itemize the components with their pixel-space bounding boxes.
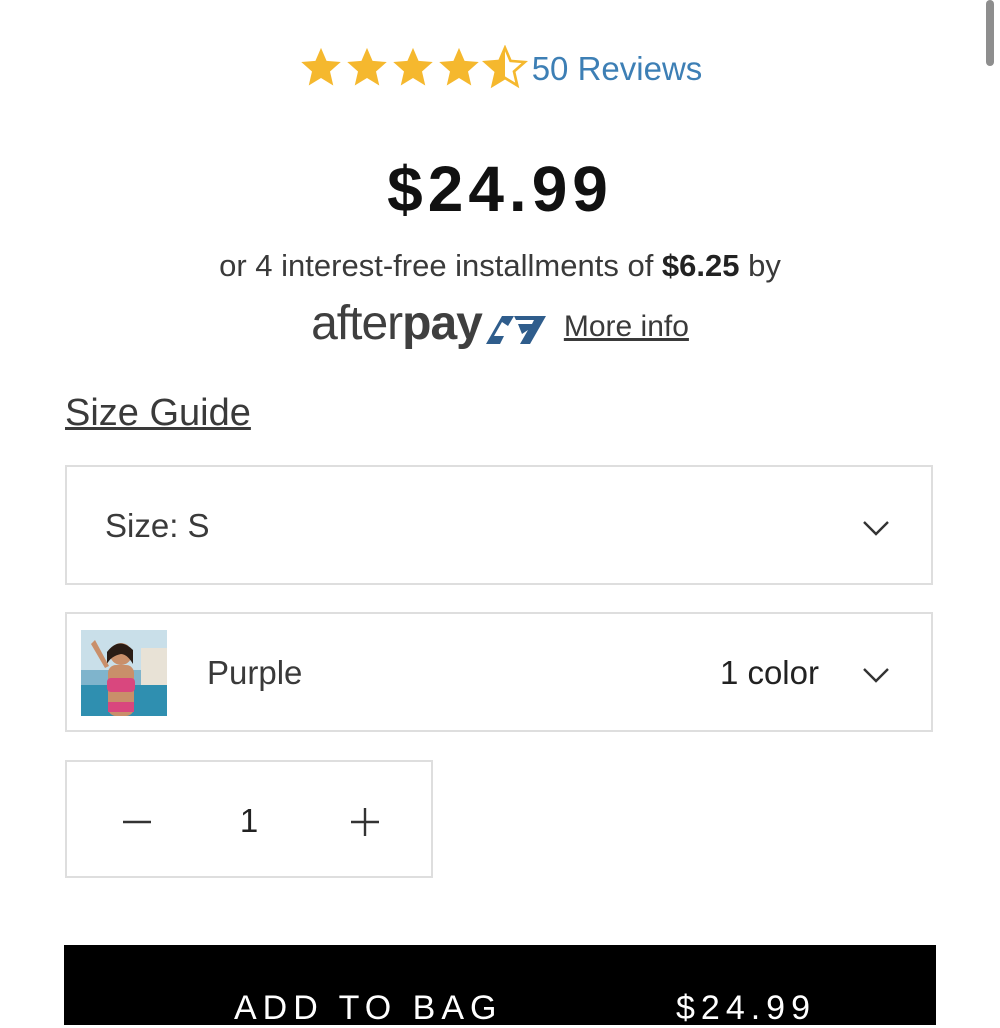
chevron-down-icon — [863, 521, 889, 536]
afterpay-arrows-icon — [485, 315, 546, 344]
color-select[interactable]: Purple 1 color — [65, 612, 933, 732]
installments-suffix: by — [739, 248, 781, 283]
star-full-icon — [346, 47, 387, 86]
quantity-stepper: 1 — [65, 760, 433, 878]
product-price: $24.99 — [387, 153, 613, 225]
star-rating — [298, 45, 528, 91]
installments-text: or 4 interest-free installments of $6.25… — [0, 248, 1000, 284]
chevron-down-icon — [863, 668, 889, 683]
afterpay-logo: after pay — [311, 296, 548, 351]
color-count: 1 color — [719, 654, 819, 691]
add-to-bag-label: ADD TO BAG — [234, 989, 503, 1027]
afterpay-logo-after: after — [311, 297, 403, 350]
add-to-bag-price: $24.99 — [676, 989, 816, 1027]
plus-icon[interactable] — [347, 804, 383, 840]
star-full-icon — [300, 47, 341, 86]
star-full-icon — [392, 47, 433, 86]
afterpay-more-info-link[interactable]: More info — [564, 310, 689, 344]
color-select-value: Purple — [207, 654, 303, 691]
reviews-link[interactable]: 50 Reviews — [532, 52, 703, 85]
size-select-value: Size: S — [105, 507, 210, 544]
star-half-icon — [481, 45, 528, 89]
size-guide-link[interactable]: Size Guide — [65, 392, 251, 435]
swimsuit-photo — [81, 630, 167, 716]
rating-row: 50 Reviews — [0, 45, 1000, 91]
star-full-icon — [438, 47, 479, 86]
add-to-bag-button[interactable]: ADD TO BAG $24.99 — [64, 945, 936, 1027]
color-swatch-thumbnail[interactable] — [81, 630, 167, 716]
size-select[interactable]: Size: S — [65, 465, 933, 585]
afterpay-row: after pay More info — [0, 296, 1000, 351]
installment-amount: $6.25 — [661, 248, 740, 283]
installments-prefix: or 4 interest-free installments of — [219, 248, 662, 283]
afterpay-logo-pay: pay — [402, 297, 483, 350]
